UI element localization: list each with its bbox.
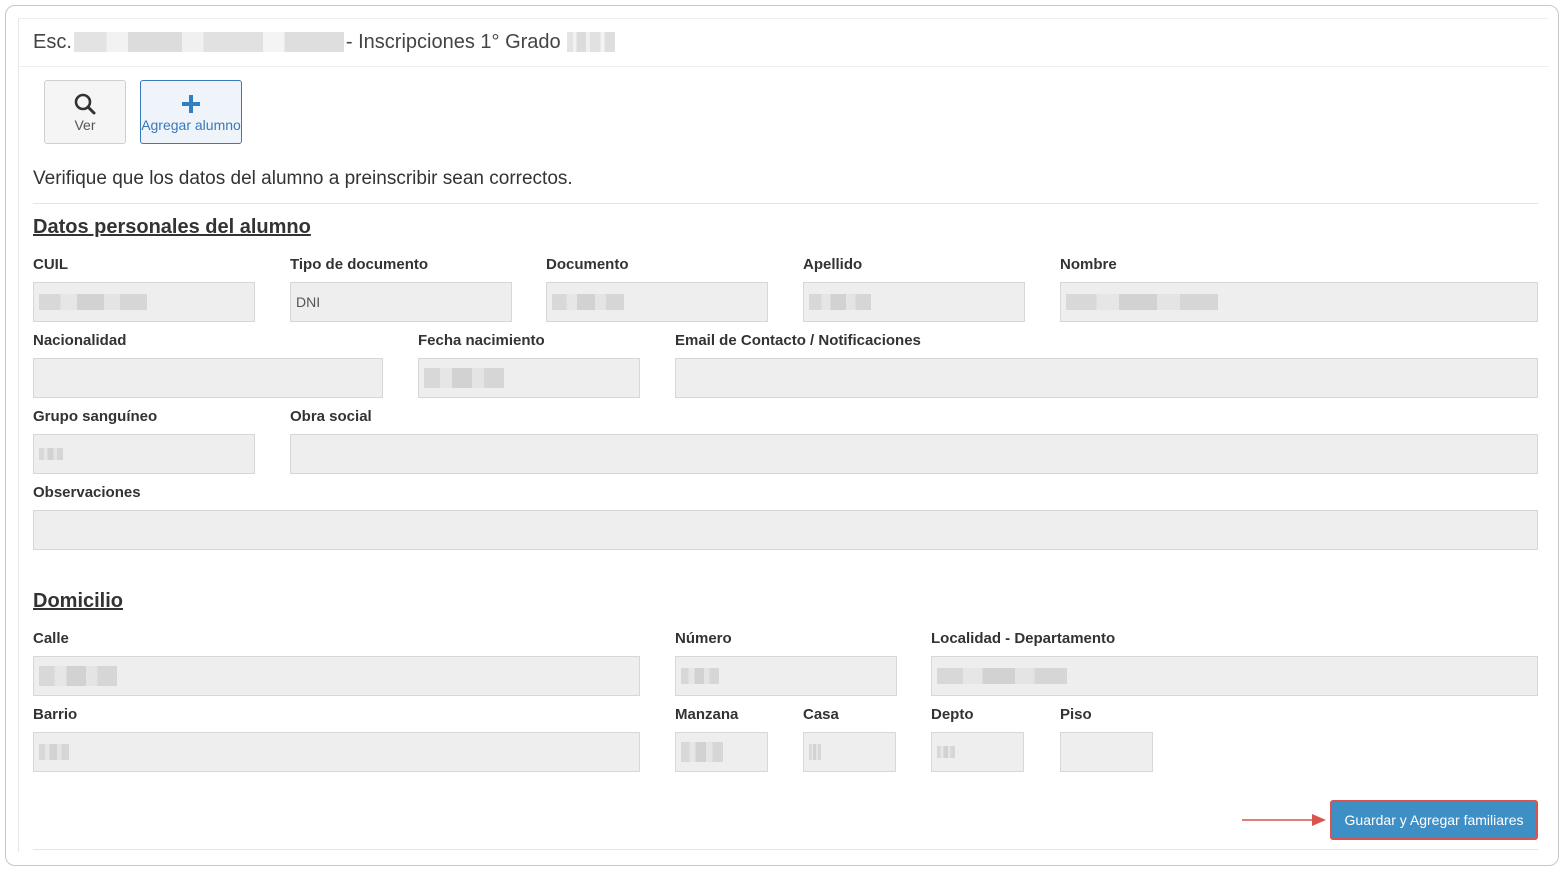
- domicilio-section-title: Domicilio: [33, 590, 124, 612]
- instructions-divider: [33, 203, 1538, 204]
- tipo-documento-field[interactable]: DNI: [290, 282, 512, 322]
- apellido-field[interactable]: [803, 282, 1025, 322]
- depto-field[interactable]: [931, 732, 1024, 772]
- email-field[interactable]: [675, 358, 1538, 398]
- barrio-label: Barrio: [33, 706, 78, 723]
- ver-button[interactable]: Ver: [44, 80, 126, 144]
- manzana-label: Manzana: [675, 706, 739, 723]
- redacted-value: [937, 668, 1067, 684]
- redacted-value: [39, 448, 63, 460]
- cuil-field[interactable]: [33, 282, 255, 322]
- observaciones-label: Observaciones: [33, 484, 141, 501]
- casa-field[interactable]: [803, 732, 896, 772]
- arrow-right-icon: [1242, 814, 1326, 826]
- redacted-value: [424, 368, 504, 388]
- save-and-add-family-button[interactable]: Guardar y Agregar familiares: [1330, 800, 1538, 840]
- search-icon: [73, 91, 97, 117]
- observaciones-field[interactable]: [33, 510, 1538, 550]
- calle-label: Calle: [33, 630, 69, 647]
- redacted-value: [681, 668, 719, 684]
- nacionalidad-field[interactable]: [33, 358, 383, 398]
- redacted-year: [566, 32, 615, 52]
- bottom-divider: [33, 849, 1538, 850]
- grupo-sanguineo-label: Grupo sanguíneo: [33, 408, 158, 425]
- casa-label: Casa: [803, 706, 839, 723]
- piso-label: Piso: [1060, 706, 1092, 723]
- redacted-value: [39, 294, 147, 310]
- manzana-field[interactable]: [675, 732, 768, 772]
- nombre-label: Nombre: [1060, 256, 1117, 273]
- title-text: - Inscripciones 1° Grado: [345, 30, 561, 53]
- apellido-label: Apellido: [803, 256, 863, 273]
- nacionalidad-label: Nacionalidad: [33, 332, 127, 349]
- title-divider: [19, 66, 1549, 67]
- personal-section-title: Datos personales del alumno: [33, 216, 311, 238]
- localidad-field[interactable]: [931, 656, 1538, 696]
- email-label: Email de Contacto / Notificaciones: [675, 332, 921, 349]
- documento-field[interactable]: [546, 282, 768, 322]
- plus-icon: [180, 91, 202, 117]
- redacted-school-name: [73, 32, 344, 52]
- tipo-documento-label: Tipo de documento: [290, 256, 429, 273]
- redacted-value: [809, 744, 821, 760]
- fecha-nacimiento-field[interactable]: [418, 358, 640, 398]
- nombre-field[interactable]: [1060, 282, 1538, 322]
- redacted-value: [39, 666, 117, 686]
- page-title: Esc. - Inscripciones 1° Grado: [33, 28, 615, 56]
- cuil-label: CUIL: [33, 256, 68, 273]
- fecha-nacimiento-label: Fecha nacimiento: [418, 332, 545, 349]
- add-student-label: Agregar alumno: [141, 117, 241, 133]
- obra-social-field[interactable]: [290, 434, 1538, 474]
- obra-social-label: Obra social: [290, 408, 372, 425]
- panel-left-rule: [18, 18, 19, 852]
- redacted-value: [1066, 294, 1218, 310]
- grupo-sanguineo-field[interactable]: [33, 434, 255, 474]
- title-prefix: Esc.: [33, 30, 72, 53]
- redacted-value: [39, 744, 69, 760]
- redacted-value: [937, 746, 955, 758]
- add-student-button[interactable]: Agregar alumno: [140, 80, 242, 144]
- numero-label: Número: [675, 630, 732, 647]
- depto-label: Depto: [931, 706, 974, 723]
- numero-field[interactable]: [675, 656, 897, 696]
- instructions-text: Verifique que los datos del alumno a pre…: [33, 168, 573, 189]
- barrio-field[interactable]: [33, 732, 640, 772]
- redacted-value: [681, 742, 723, 762]
- calle-field[interactable]: [33, 656, 640, 696]
- documento-label: Documento: [546, 256, 629, 273]
- panel-top-rule: [18, 18, 1548, 19]
- redacted-value: [552, 294, 624, 310]
- piso-field[interactable]: [1060, 732, 1153, 772]
- ver-label: Ver: [74, 117, 96, 133]
- redacted-value: [809, 294, 871, 310]
- localidad-label: Localidad - Departamento: [931, 630, 1116, 647]
